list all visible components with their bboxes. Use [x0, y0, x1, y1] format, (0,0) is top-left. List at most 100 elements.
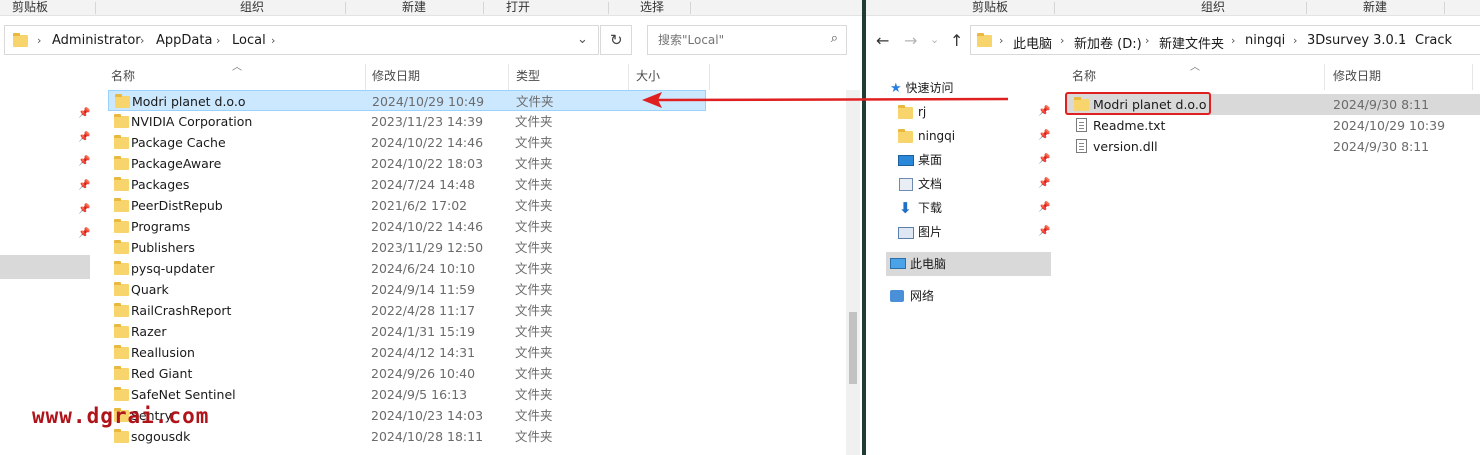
table-row[interactable]: NVIDIA Corporation 2023/11/23 14:39 文件夹 — [108, 111, 706, 132]
table-row[interactable]: Modri planet d.o.o 2024/10/29 10:49 文件夹 — [108, 90, 706, 111]
row-date: 2024/9/26 10:40 — [371, 366, 476, 381]
pin-icon: 📌 — [1038, 226, 1051, 237]
table-row[interactable]: Package Cache 2024/10/22 14:46 文件夹 — [108, 132, 706, 153]
ribbon-group-labels: 剪贴板 组织 新建 — [866, 0, 1480, 16]
address-bar[interactable]: › Administrator › AppData › Local › ⌄ — [4, 25, 599, 55]
table-row[interactable]: Quark 2024/9/14 11:59 文件夹 — [108, 279, 706, 300]
nav-item-documents[interactable]: 文档 📌 — [898, 173, 1058, 195]
scrollbar-thumb[interactable] — [849, 312, 857, 384]
table-row[interactable]: Reallusion 2024/4/12 14:31 文件夹 — [108, 342, 706, 363]
table-row[interactable]: PeerDistRepub 2021/6/2 17:02 文件夹 — [108, 195, 706, 216]
column-header-name[interactable]: 名称 — [1072, 64, 1096, 90]
table-row[interactable]: pysq-updater 2024/6/24 10:10 文件夹 — [108, 258, 706, 279]
nav-item-downloads[interactable]: ⬇ 下载 📌 — [898, 197, 1058, 219]
column-header-name[interactable]: 名称 — [111, 64, 135, 90]
row-type: 文件夹 — [515, 303, 553, 318]
column-header-size[interactable]: 大小 — [636, 64, 660, 90]
row-name: Publishers — [131, 240, 195, 255]
row-date: 2024/10/22 18:03 — [371, 156, 484, 171]
explorer-window-crack: 剪贴板 组织 新建 ← → ⌄ ↑ › 此电脑 › 新加卷 (D:) › 新建文… — [866, 0, 1480, 455]
row-date: 2024/9/30 8:11 — [1333, 97, 1430, 112]
file-icon — [1076, 139, 1087, 153]
search-box[interactable]: ⌕ — [647, 25, 847, 55]
chevron-right-icon[interactable]: › — [37, 34, 41, 47]
breadcrumb-3dsurvey[interactable]: 3Dsurvey 3.0.1 — [1307, 33, 1406, 48]
chevron-down-icon[interactable]: ⌄ — [577, 32, 588, 47]
row-date: 2021/6/2 17:02 — [371, 198, 468, 213]
chevron-right-icon[interactable]: › — [271, 34, 275, 47]
table-row[interactable]: SafeNet Sentinel 2024/9/5 16:13 文件夹 — [108, 384, 706, 405]
table-row[interactable]: Readme.txt 2024/10/29 10:39 — [1066, 115, 1480, 136]
sort-ascending-icon: ︿ — [232, 62, 242, 73]
ribbon-open-label: 打开 — [505, 0, 530, 14]
ribbon-new-label: 新建 — [1362, 0, 1387, 14]
folder-icon — [898, 129, 913, 143]
nav-network-label: 网络 — [910, 289, 935, 303]
row-name: SafeNet Sentinel — [131, 387, 236, 402]
table-row[interactable]: Packages 2024/7/24 14:48 文件夹 — [108, 174, 706, 195]
column-header-date[interactable]: 修改日期 — [1333, 64, 1381, 90]
explorer-window-local: 剪贴板 组织 新建 打开 选择 › Administrator › AppDat… — [0, 0, 862, 455]
folder-icon — [114, 387, 129, 401]
refresh-button[interactable]: ↻ — [600, 25, 632, 55]
vertical-scrollbar[interactable] — [846, 90, 860, 455]
breadcrumb-ningqi[interactable]: ningqi — [1245, 33, 1285, 48]
table-row[interactable]: version.dll 2024/9/30 8:11 — [1066, 136, 1480, 157]
folder-icon — [114, 156, 129, 170]
breadcrumb-administrator[interactable]: Administrator — [52, 33, 141, 48]
nav-item-ningqi[interactable]: ningqi 📌 — [898, 125, 1058, 147]
address-row: › Administrator › AppData › Local › ⌄ ↻ … — [0, 22, 862, 58]
chevron-right-icon[interactable]: › — [999, 34, 1003, 47]
chevron-right-icon[interactable]: › — [216, 34, 220, 47]
table-row[interactable]: sogousdk 2024/10/28 18:11 文件夹 — [108, 426, 706, 447]
row-date: 2022/4/28 11:17 — [371, 303, 476, 318]
nav-item-selected[interactable] — [0, 255, 90, 279]
row-name: NVIDIA Corporation — [131, 114, 253, 129]
row-name: Razer — [131, 324, 167, 339]
table-row[interactable]: Programs 2024/10/22 14:46 文件夹 — [108, 216, 706, 237]
column-header-type[interactable]: 类型 — [516, 64, 540, 90]
row-type: 文件夹 — [515, 177, 553, 192]
chevron-right-icon[interactable]: › — [1145, 34, 1149, 47]
table-row[interactable]: PackageAware 2024/10/22 18:03 文件夹 — [108, 153, 706, 174]
back-arrow-icon[interactable]: ← — [876, 31, 889, 50]
recent-locations-chevron-icon[interactable]: ⌄ — [930, 33, 939, 46]
row-name: Quark — [131, 282, 169, 297]
table-row[interactable]: Publishers 2023/11/29 12:50 文件夹 — [108, 237, 706, 258]
table-row[interactable]: Razer 2024/1/31 15:19 文件夹 — [108, 321, 706, 342]
row-type: 文件夹 — [515, 261, 553, 276]
row-name: PackageAware — [131, 156, 222, 171]
nav-item-pictures[interactable]: 图片 📌 — [898, 221, 1058, 243]
up-arrow-icon[interactable]: ↑ — [950, 31, 963, 50]
forward-arrow-icon[interactable]: → — [904, 31, 917, 50]
nav-this-pc[interactable]: 此电脑 — [886, 252, 1051, 276]
chevron-right-icon[interactable]: › — [1060, 34, 1064, 47]
column-header-date[interactable]: 修改日期 — [372, 64, 420, 90]
chevron-right-icon[interactable]: › — [1401, 34, 1405, 47]
pin-icon: 📌 — [1038, 154, 1051, 165]
folder-icon — [114, 303, 129, 317]
breadcrumb-appdata[interactable]: AppData — [156, 33, 212, 48]
table-row[interactable]: Red Giant 2024/9/26 10:40 文件夹 — [108, 363, 706, 384]
pin-icon: 📌 — [78, 156, 91, 167]
row-date: 2024/10/29 10:49 — [372, 94, 485, 109]
breadcrumb-this-pc[interactable]: 此电脑 — [1013, 33, 1052, 52]
row-date: 2024/7/24 14:48 — [371, 177, 476, 192]
breadcrumb-new-folder[interactable]: 新建文件夹 — [1159, 33, 1224, 52]
folder-icon — [114, 429, 129, 443]
breadcrumb-crack[interactable]: Crack — [1415, 33, 1452, 48]
breadcrumb-drive-d[interactable]: 新加卷 (D:) — [1074, 33, 1142, 52]
row-name: Reallusion — [131, 345, 195, 360]
chevron-right-icon[interactable]: › — [1293, 34, 1297, 47]
row-date: 2024/9/5 16:13 — [371, 387, 468, 402]
breadcrumb-local[interactable]: Local — [232, 33, 266, 48]
folder-icon — [977, 33, 992, 47]
search-input[interactable] — [658, 33, 808, 47]
table-row[interactable]: RailCrashReport 2022/4/28 11:17 文件夹 — [108, 300, 706, 321]
chevron-right-icon[interactable]: › — [140, 34, 144, 47]
nav-item-desktop[interactable]: 桌面 📌 — [898, 149, 1058, 171]
row-date: 2024/10/28 18:11 — [371, 429, 484, 444]
chevron-right-icon[interactable]: › — [1231, 34, 1235, 47]
table-row[interactable]: Modri planet d.o.o 2024/9/30 8:11 — [1065, 92, 1480, 115]
address-bar[interactable]: › 此电脑 › 新加卷 (D:) › 新建文件夹 › ningqi › 3Dsu… — [970, 25, 1480, 55]
